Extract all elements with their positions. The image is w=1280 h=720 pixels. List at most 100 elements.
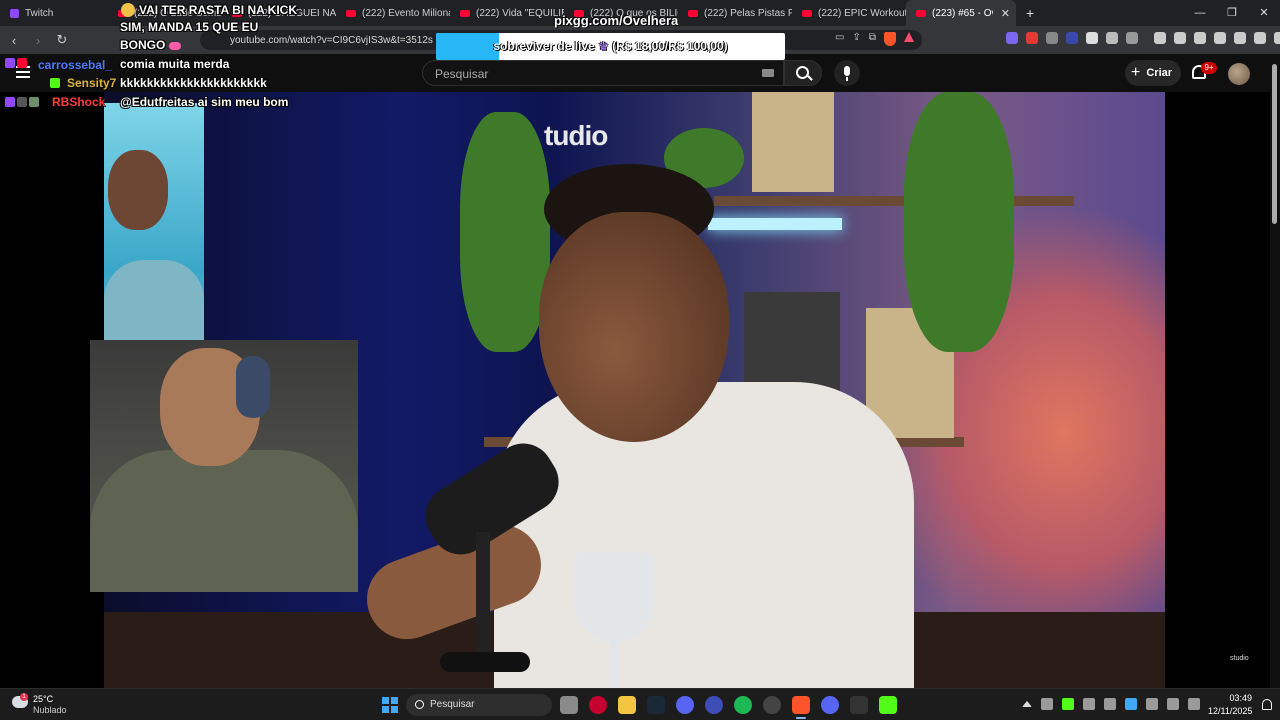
twitch-badge-icon <box>5 58 15 68</box>
youtube-icon <box>460 9 470 17</box>
chat-username: RBShock <box>52 95 106 109</box>
app-icon[interactable] <box>676 696 694 714</box>
water-glass-stem <box>610 640 618 688</box>
close-window-button[interactable]: ✕ <box>1248 0 1280 26</box>
tray-icon[interactable] <box>1104 698 1116 710</box>
tray-icon[interactable] <box>1083 698 1095 710</box>
chat-message: comia muita merda <box>120 57 230 71</box>
wallet-icon[interactable] <box>1194 32 1206 44</box>
tab-youtube-3[interactable]: (222) Evento Milionári <box>336 0 450 26</box>
youtube-icon <box>346 9 356 17</box>
kick-badge-icon <box>50 78 60 88</box>
voice-search-icon[interactable] <box>834 60 860 86</box>
extension-icon[interactable] <box>1066 32 1078 44</box>
tab-twitch[interactable]: Twitch <box>0 0 108 26</box>
download-icon[interactable] <box>850 696 868 714</box>
leo-ai-icon[interactable] <box>1234 32 1246 44</box>
new-tab-button[interactable]: + <box>1026 5 1034 21</box>
donation-message-line3: BONGO <box>120 38 182 52</box>
create-label: Criar <box>1146 67 1173 79</box>
file-explorer-icon[interactable] <box>618 696 636 714</box>
tab-label: (222) Pelas Pistas Pod <box>704 7 792 19</box>
bluetooth-icon[interactable] <box>1125 698 1137 710</box>
discord-icon[interactable] <box>821 696 839 714</box>
microphone-icon[interactable] <box>1146 698 1158 710</box>
clock-date[interactable]: 12/11/2025 <box>1208 706 1252 716</box>
tab-youtube-4[interactable]: (222) Vida "EQUILIBRA <box>450 0 564 26</box>
app-icon[interactable] <box>705 696 723 714</box>
microphone-stand <box>476 532 490 672</box>
forward-button[interactable]: › <box>28 33 48 48</box>
plant <box>460 112 550 352</box>
clock-time[interactable]: 03:49 <box>1226 693 1252 703</box>
weather-description[interactable]: Nublado <box>33 705 67 715</box>
brave-shields-icon[interactable] <box>884 32 896 46</box>
share-icon[interactable]: ⇪ <box>852 32 860 46</box>
pip-icon[interactable]: ⧉ <box>869 32 876 46</box>
back-button[interactable]: ‹ <box>4 33 24 48</box>
extension-icon[interactable] <box>1026 32 1038 44</box>
network-icon[interactable] <box>1167 698 1179 710</box>
url-text: youtube.com/watch?v=CI9C6vjIS3w&t=3512s <box>230 34 433 46</box>
tab-label: (222) Evento Milionári <box>362 7 450 19</box>
windows-start-icon[interactable] <box>382 697 398 713</box>
search-input[interactable]: Pesquisar <box>422 60 784 86</box>
close-tab-icon[interactable]: ✕ <box>1001 7 1010 20</box>
menu-icon[interactable] <box>1274 32 1280 44</box>
avatar[interactable] <box>1228 63 1250 85</box>
pix-title: pixgg.com/Ovelhera <box>554 13 679 28</box>
donation-goal-label: sobreviver de live ♛ (R$ 18,00/R$ 100,00… <box>436 33 785 60</box>
goal-text: sobreviver de live <box>493 39 595 53</box>
vpn-shield-icon[interactable] <box>1254 32 1266 44</box>
weather-temperature[interactable]: 25°C <box>33 694 53 704</box>
youtube-icon <box>802 9 812 17</box>
tab-youtube-active[interactable]: (223) #65 - Ovelh ✕ <box>906 0 1016 26</box>
chat-username: Sensity7 <box>67 76 117 90</box>
search-button[interactable] <box>784 60 822 86</box>
notification-center-icon[interactable] <box>1262 699 1272 710</box>
youtube-icon <box>916 9 926 17</box>
extensions-bar <box>1006 32 1280 44</box>
keyboard-icon[interactable] <box>762 69 774 77</box>
puzzle-icon[interactable] <box>1106 32 1118 44</box>
chevron-up-icon[interactable] <box>1022 701 1032 707</box>
wallet-icon[interactable] <box>1126 32 1138 44</box>
download-icon[interactable] <box>1214 32 1226 44</box>
tray-icon[interactable] <box>1041 698 1053 710</box>
tab-youtube-6[interactable]: (222) Pelas Pistas Pod <box>678 0 792 26</box>
page-scrollbar[interactable] <box>1270 54 1280 688</box>
pill-emoji-icon <box>169 41 182 50</box>
tab-label: (223) #65 - Ovelh <box>932 7 993 19</box>
extension-icon[interactable] <box>1086 32 1098 44</box>
kick-icon[interactable] <box>879 696 897 714</box>
donation-message-word: BONGO <box>120 38 166 52</box>
create-button[interactable]: + Criar <box>1125 60 1181 86</box>
extension-icon[interactable] <box>1046 32 1058 44</box>
opera-gx-icon[interactable] <box>589 696 607 714</box>
maximize-button[interactable]: ❐ <box>1216 0 1248 26</box>
tab-youtube-7[interactable]: (222) EPIC Workout M <box>792 0 906 26</box>
extension-icon[interactable] <box>1006 32 1018 44</box>
volume-icon[interactable] <box>1188 698 1200 710</box>
cast-icon[interactable]: ▭ <box>835 32 844 46</box>
youtube-icon <box>688 9 698 17</box>
chat-badges <box>5 97 39 107</box>
scrollbar-thumb[interactable] <box>1272 64 1277 224</box>
task-view-icon[interactable] <box>560 696 578 714</box>
host-face <box>539 212 729 442</box>
sidebar-icon[interactable] <box>1174 32 1186 44</box>
spotify-icon[interactable] <box>734 696 752 714</box>
reload-button[interactable]: ↻ <box>52 32 72 48</box>
minimize-button[interactable]: — <box>1184 0 1216 26</box>
music-icon[interactable] <box>1154 32 1166 44</box>
tab-label: (222) Vida "EQUILIBRA <box>476 7 564 19</box>
brave-browser-icon[interactable] <box>792 696 810 719</box>
app-icon[interactable] <box>763 696 781 714</box>
microphone-base <box>440 652 530 672</box>
tray-icon[interactable] <box>1062 698 1074 710</box>
taskbar-search[interactable]: Pesquisar <box>406 694 552 716</box>
brave-rewards-icon[interactable] <box>904 32 914 42</box>
streamer-shirt <box>90 450 358 592</box>
steam-icon[interactable] <box>647 696 665 714</box>
address-bar-icons: ▭ ⇪ ⧉ <box>835 32 914 46</box>
